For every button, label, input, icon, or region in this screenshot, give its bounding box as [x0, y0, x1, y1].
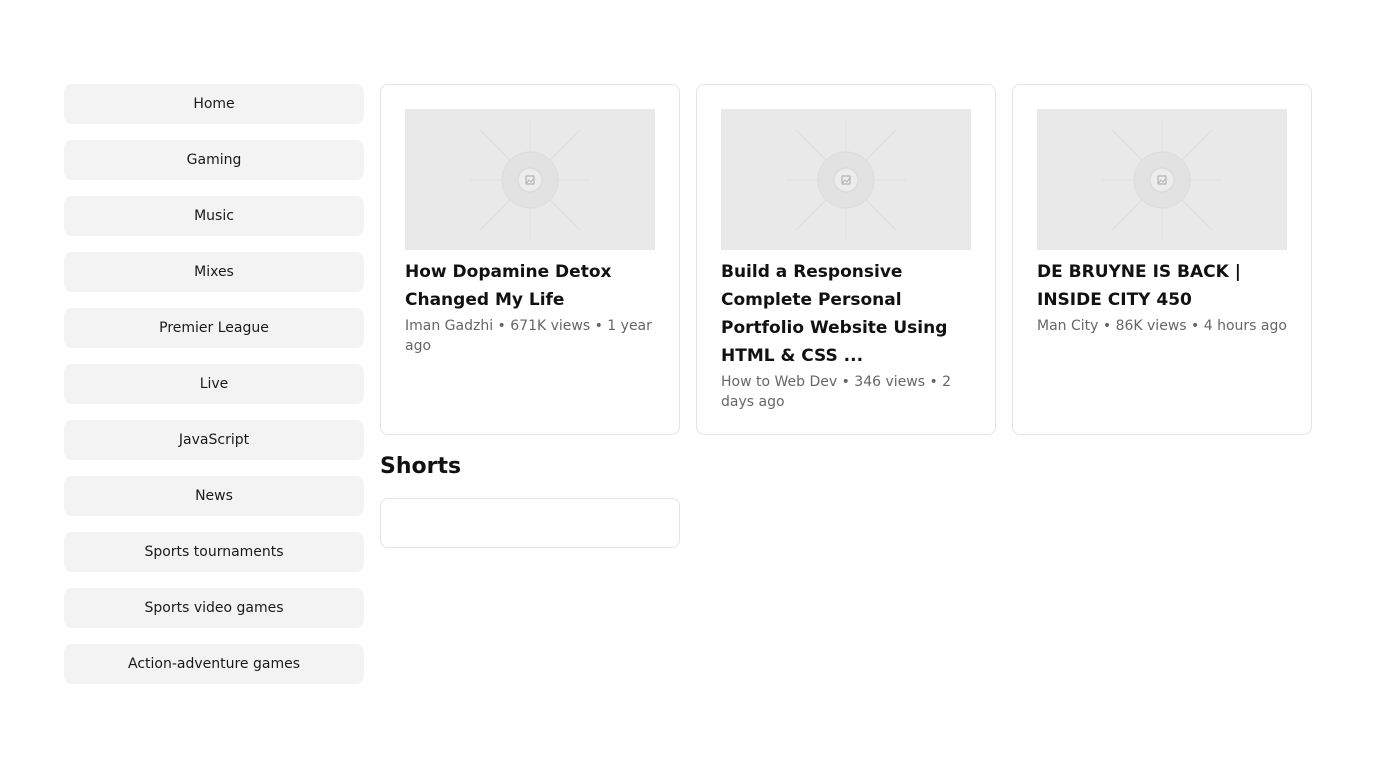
video-thumbnail[interactable] [405, 109, 655, 250]
video-card[interactable]: DE BRUYNE IS BACK | INSIDE CITY 450 Man … [1012, 84, 1312, 435]
sidebar: Home Gaming Music Mixes Premier League L… [64, 84, 364, 684]
video-grid: How Dopamine Detox Changed My Life Iman … [380, 84, 1312, 435]
sidebar-item-gaming[interactable]: Gaming [64, 140, 364, 180]
video-thumbnail[interactable] [1037, 109, 1287, 250]
sidebar-item-action-adventure-games[interactable]: Action-adventure games [64, 644, 364, 684]
sidebar-item-news[interactable]: News [64, 476, 364, 516]
image-placeholder-icon [1102, 119, 1222, 240]
sidebar-item-sports-tournaments[interactable]: Sports tournaments [64, 532, 364, 572]
shorts-container [380, 498, 680, 548]
sidebar-item-javascript[interactable]: JavaScript [64, 420, 364, 460]
page: Home Gaming Music Mixes Premier League L… [0, 0, 1376, 768]
video-title[interactable]: How Dopamine Detox Changed My Life [405, 258, 655, 314]
video-meta: How to Web Dev • 346 views • 2 days ago [721, 374, 952, 410]
sidebar-item-music[interactable]: Music [64, 196, 364, 236]
video-title[interactable]: DE BRUYNE IS BACK | INSIDE CITY 450 [1037, 258, 1287, 314]
sidebar-item-sports-video-games[interactable]: Sports video games [64, 588, 364, 628]
main-content: How Dopamine Detox Changed My Life Iman … [380, 84, 1312, 548]
video-thumbnail[interactable] [721, 109, 971, 250]
image-placeholder-icon [786, 119, 906, 240]
video-meta: Iman Gadzhi • 671K views • 1 year ago [405, 318, 652, 354]
video-card[interactable]: How Dopamine Detox Changed My Life Iman … [380, 84, 680, 435]
sidebar-item-mixes[interactable]: Mixes [64, 252, 364, 292]
sidebar-item-home[interactable]: Home [64, 84, 364, 124]
video-meta: Man City • 86K views • 4 hours ago [1037, 318, 1287, 334]
shorts-heading: Shorts [380, 454, 462, 479]
video-title[interactable]: Build a Responsive Complete Personal Por… [721, 258, 971, 370]
video-card[interactable]: Build a Responsive Complete Personal Por… [696, 84, 996, 435]
sidebar-item-live[interactable]: Live [64, 364, 364, 404]
sidebar-item-premier-league[interactable]: Premier League [64, 308, 364, 348]
image-placeholder-icon [470, 119, 590, 240]
